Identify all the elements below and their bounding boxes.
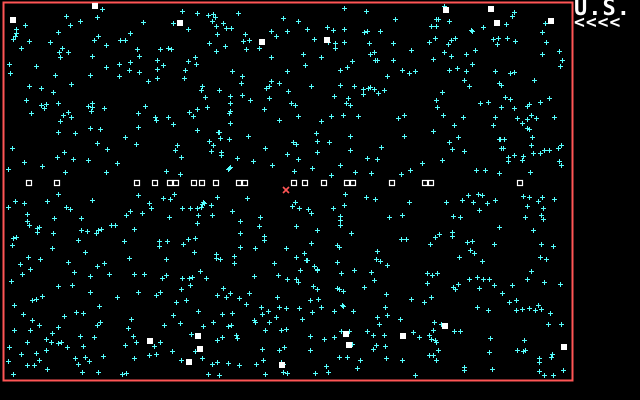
lives-indicator: <<<< [574, 12, 622, 33]
white-block-icon [259, 39, 265, 45]
white-block-icon [400, 333, 406, 339]
white-block-icon [10, 17, 16, 23]
white-block-icon [92, 3, 98, 9]
white-block-icon [442, 323, 448, 329]
white-block-icon [324, 37, 330, 43]
white-block-icon [147, 338, 153, 344]
white-block-icon [488, 6, 494, 12]
white-block-icon [186, 359, 192, 365]
game-playfield[interactable] [0, 0, 640, 400]
white-block-icon [561, 344, 567, 350]
white-block-icon [177, 20, 183, 26]
hud-panel: U.S. <<<< [574, 0, 640, 40]
white-block-icon [343, 331, 349, 337]
white-block-icon [494, 20, 500, 26]
white-block-icon [548, 18, 554, 24]
white-block-icon [279, 362, 285, 368]
white-block-icon [443, 7, 449, 13]
background [0, 0, 640, 400]
white-block-icon [197, 346, 203, 352]
white-block-icon [346, 342, 352, 348]
white-block-icon [195, 333, 201, 339]
